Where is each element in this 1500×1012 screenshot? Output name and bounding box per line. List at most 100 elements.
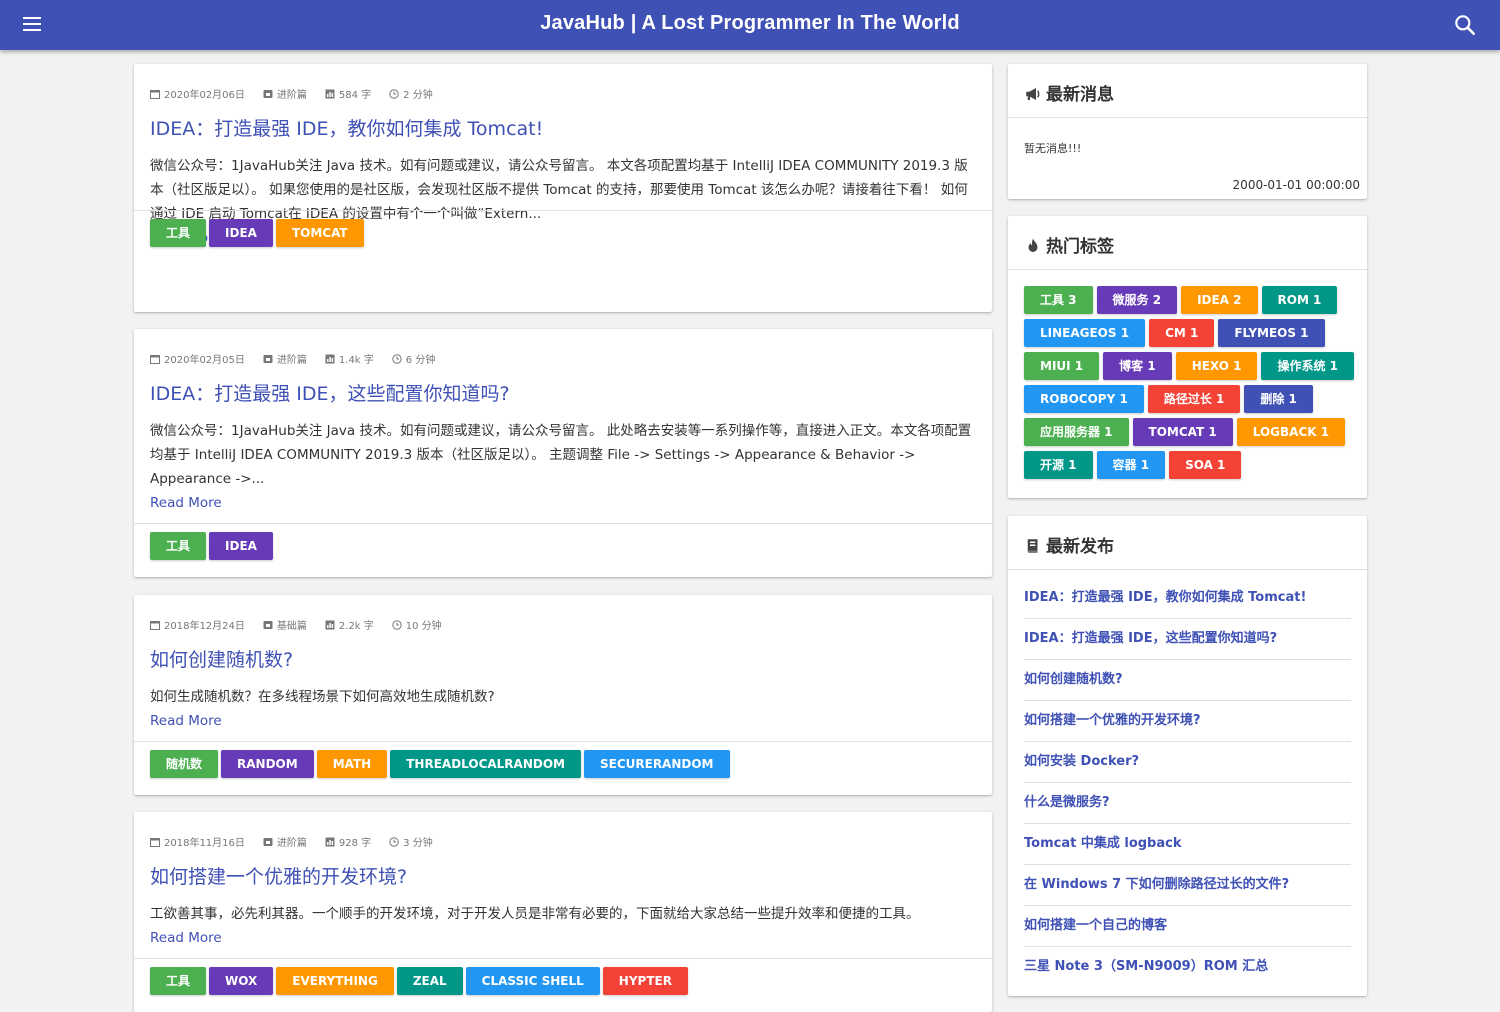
hot-tag-chip[interactable]: TOMCAT 1 xyxy=(1132,418,1233,446)
hot-tag-chip[interactable]: 工具 3 xyxy=(1024,286,1093,314)
recent-post-link[interactable]: 在 Windows 7 下如何删除路径过长的文件? xyxy=(1024,865,1351,906)
post-title[interactable]: IDEA：打造最强 IDE，这些配置你知道吗? xyxy=(150,379,510,406)
post-category-text: 进阶篇 xyxy=(276,355,307,366)
read-more-link[interactable]: Read More xyxy=(150,926,222,950)
recent-post-link[interactable]: 三星 Note 3（SM-N9009）ROM 汇总 xyxy=(1024,947,1351,988)
tag-chip[interactable]: TOMCAT xyxy=(275,219,364,247)
hot-tag-chip[interactable]: 博客 1 xyxy=(1103,352,1172,380)
hot-tag-chip[interactable]: ROM 1 xyxy=(1261,286,1338,314)
post-card: 2018年11月16日 进阶篇 928 字 3 分钟 如何搭建一个优雅的开发环境? 工欲善… xyxy=(134,812,992,1012)
folder-icon xyxy=(263,354,273,364)
hot-tag-chip[interactable]: FLYMEOS 1 xyxy=(1218,319,1325,347)
folder-icon xyxy=(263,837,273,847)
post-title[interactable]: IDEA：打造最强 IDE，教你如何集成 Tomcat! xyxy=(150,114,543,141)
post-read-time-text: 3 分钟 xyxy=(403,838,433,849)
recent-post-link[interactable]: IDEA：打造最强 IDE，教你如何集成 Tomcat! xyxy=(1024,578,1351,619)
calendar-icon xyxy=(150,837,160,847)
read-more-link[interactable]: Read More xyxy=(150,709,222,733)
post-excerpt: 工欲善其事，必先利其器。一个顺手的开发环境，对于开发人员是非常有必要的，下面就给… xyxy=(150,902,976,950)
hot-tag-chip[interactable]: CM 1 xyxy=(1149,319,1215,347)
post-read-time-text: 6 分钟 xyxy=(405,355,436,366)
post-date-text: 2018年11月16日 xyxy=(164,838,245,849)
post-title[interactable]: 如何创建随机数? xyxy=(150,645,293,672)
tag-chip[interactable]: 工具 xyxy=(150,532,207,560)
hot-tag-chip[interactable]: 路径过长 1 xyxy=(1147,385,1241,413)
post-category-text: 基础篇 xyxy=(276,621,307,632)
hot-tag-chip[interactable]: 操作系统 1 xyxy=(1261,352,1355,380)
post-category: 进阶篇 xyxy=(263,86,307,101)
hot-tag-chip[interactable]: SOA 1 xyxy=(1169,451,1242,479)
tag-chip[interactable]: MATH xyxy=(316,750,388,778)
tag-chip[interactable]: EVERYTHING xyxy=(276,967,394,995)
post-divider xyxy=(134,741,992,742)
post-divider xyxy=(134,210,992,211)
tag-chip[interactable]: IDEA xyxy=(209,532,273,560)
megaphone-icon xyxy=(1024,85,1042,103)
recent-post-link[interactable]: 如何创建随机数? xyxy=(1024,660,1351,701)
hot-tag-chip[interactable]: ROBOCOPY 1 xyxy=(1024,385,1144,413)
hot-tag-chip[interactable]: 开源 1 xyxy=(1024,451,1093,479)
hot-tags-list: 工具 3 微服务 2 IDEA 2 ROM 1 LINEAGEOS 1 CM 1 FLYME… xyxy=(1008,270,1367,484)
hot-tags-title: 热门标签 xyxy=(1046,237,1114,257)
chart-icon xyxy=(325,354,335,364)
hot-tag-chip[interactable]: 微服务 2 xyxy=(1096,286,1178,314)
post-excerpt: 微信公众号：1JavaHub关注 Java 技术。如有问题或建议，请公众号留言。… xyxy=(150,419,976,515)
tag-chip[interactable]: HYPTER xyxy=(602,967,688,995)
post-divider xyxy=(134,523,992,524)
hot-tag-row: 工具 3 微服务 2 IDEA 2 ROM 1 xyxy=(1024,286,1351,319)
hot-tag-chip[interactable]: HEXO 1 xyxy=(1175,352,1258,380)
post-card: 2020年02月06日 进阶篇 584 字 2 分钟 IDEA：打造最强 IDE，教你如… xyxy=(134,64,992,312)
read-more-link[interactable]: Read More xyxy=(150,491,222,515)
post-date: 2018年11月16日 xyxy=(150,834,245,849)
hot-tag-chip[interactable]: 应用服务器 1 xyxy=(1024,418,1129,446)
recent-post-link[interactable]: 如何安装 Docker? xyxy=(1024,742,1351,783)
book-icon xyxy=(1024,537,1042,555)
post-date-text: 2020年02月05日 xyxy=(164,355,245,366)
tag-chip[interactable]: ZEAL xyxy=(396,967,463,995)
post-tags: 工具 IDEA xyxy=(150,532,276,560)
hot-tag-row: 开源 1 容器 1 SOA 1 xyxy=(1024,451,1351,484)
site-title[interactable]: JavaHub | A Lost Programmer In The World xyxy=(0,12,1500,35)
post-category: 基础篇 xyxy=(263,617,307,632)
tag-chip[interactable]: SECURERANDOM xyxy=(583,750,730,778)
news-card-header: 最新消息 xyxy=(1008,64,1367,118)
folder-icon xyxy=(263,89,273,99)
hot-tag-chip[interactable]: IDEA 2 xyxy=(1181,286,1258,314)
post-word-count: 1.4k 字 xyxy=(325,351,374,366)
hot-tag-chip[interactable]: LOGBACK 1 xyxy=(1236,418,1346,446)
recent-post-link[interactable]: 如何搭建一个自己的博客 xyxy=(1024,906,1351,947)
search-icon[interactable] xyxy=(1452,12,1478,38)
hot-tag-chip[interactable]: 删除 1 xyxy=(1244,385,1313,413)
recent-post-link[interactable]: 如何搭建一个优雅的开发环境? xyxy=(1024,701,1351,742)
recent-post-link[interactable]: 什么是微服务? xyxy=(1024,783,1351,824)
calendar-icon xyxy=(150,89,160,99)
tag-chip[interactable]: RANDOM xyxy=(221,750,314,778)
tag-chip[interactable]: 工具 xyxy=(150,967,207,995)
hot-tag-chip[interactable]: 容器 1 xyxy=(1096,451,1166,479)
post-title[interactable]: 如何搭建一个优雅的开发环境? xyxy=(150,862,407,889)
post-read-time-text: 10 分钟 xyxy=(405,621,442,632)
post-category-text: 进阶篇 xyxy=(276,838,307,849)
recent-post-link[interactable]: IDEA：打造最强 IDE，这些配置你知道吗? xyxy=(1024,619,1351,660)
tag-chip[interactable]: WOX xyxy=(209,967,274,995)
post-excerpt-text: 微信公众号：1JavaHub关注 Java 技术。如有问题或建议，请公众号留言。… xyxy=(150,158,968,222)
post-date: 2020年02月06日 xyxy=(150,86,245,101)
hot-tag-chip[interactable]: LINEAGEOS 1 xyxy=(1024,319,1146,347)
tag-chip[interactable]: 工具 xyxy=(150,219,207,247)
tag-chip[interactable]: IDEA xyxy=(209,219,273,247)
post-category: 进阶篇 xyxy=(263,351,307,366)
post-excerpt-text: 如何生成随机数？在多线程场景下如何高效地生成随机数? xyxy=(150,689,495,705)
tag-chip[interactable]: 随机数 xyxy=(150,750,219,778)
news-text: 暂无消息!!! xyxy=(1024,142,1082,155)
tag-chip[interactable]: THREADLOCALRANDOM xyxy=(390,750,581,778)
post-excerpt-text: 微信公众号：1JavaHub关注 Java 技术。如有问题或建议，请公众号留言。… xyxy=(150,423,972,487)
post-category-text: 进阶篇 xyxy=(276,90,307,101)
chart-icon xyxy=(325,89,335,99)
tag-chip[interactable]: CLASSIC SHELL xyxy=(465,967,600,995)
hot-tag-chip[interactable]: MIUI 1 xyxy=(1024,352,1100,380)
post-word-count: 2.2k 字 xyxy=(325,617,374,632)
recent-post-link[interactable]: Tomcat 中集成 logback xyxy=(1024,824,1351,865)
post-excerpt: 如何生成随机数？在多线程场景下如何高效地生成随机数? Read More xyxy=(150,685,976,733)
post-read-time: 3 分钟 xyxy=(389,834,433,849)
post-word-count-text: 1.4k 字 xyxy=(338,355,374,366)
